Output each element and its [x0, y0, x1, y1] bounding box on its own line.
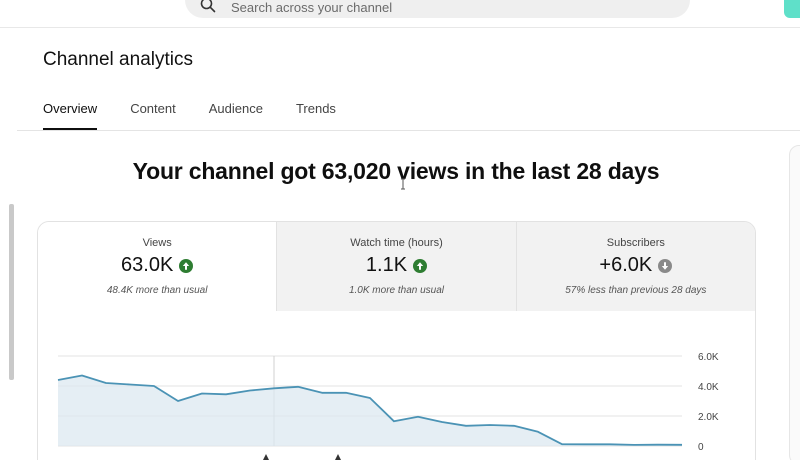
metric-note: 1.0K more than usual [348, 285, 445, 296]
metric-note: 48.4K more than usual [106, 285, 208, 296]
tabs-divider [17, 130, 800, 131]
scrollbar[interactable] [9, 204, 14, 380]
metric-note: 57% less than previous 28 days [565, 285, 707, 296]
tab-audience[interactable]: Audience [209, 101, 263, 130]
tab-overview[interactable]: Overview [43, 101, 98, 130]
views-line-chart[interactable]: 6.0K 4.0K 2.0K 0 [38, 312, 756, 460]
metric-value: 63.0K [121, 254, 174, 276]
tab-trends[interactable]: Trends [296, 101, 336, 130]
metric-value: +6.0K [599, 254, 653, 276]
metric-tabs: Views 63.0K 48.4K more than usual Watch … [38, 222, 755, 311]
metric-tab-views[interactable]: Views 63.0K 48.4K more than usual [38, 222, 277, 311]
tab-content[interactable]: Content [130, 101, 176, 130]
metric-label: Subscribers [606, 237, 665, 249]
search-bar[interactable]: Search across your channel [185, 0, 690, 18]
metric-label: Watch time (hours) [350, 237, 443, 249]
top-bar: Search across your channel [0, 0, 800, 28]
y-tick-label: 2.0K [698, 412, 719, 423]
metric-value: 1.1K [365, 254, 408, 276]
arrow-up-icon [179, 258, 194, 273]
arrow-up-icon [413, 258, 428, 273]
y-tick-label: 4.0K [698, 382, 719, 393]
y-tick-label: 0 [698, 442, 704, 453]
search-input[interactable]: Search across your channel [231, 0, 392, 15]
video-marker-icon [335, 454, 341, 460]
metric-label: Views [142, 237, 172, 249]
video-marker-icon [263, 454, 269, 460]
metrics-card: Views 63.0K 48.4K more than usual Watch … [37, 221, 756, 460]
side-card [789, 145, 800, 460]
tab-bar: Overview Content Audience Trends [43, 101, 369, 130]
search-icon [199, 0, 217, 19]
page-title: Channel analytics [43, 49, 193, 70]
y-tick-label: 6.0K [698, 352, 719, 363]
views-headline: Your channel got 63,020 views in the las… [132, 158, 660, 184]
metric-tab-subscribers[interactable]: Subscribers +6.0K 57% less than previous… [515, 222, 755, 311]
create-button[interactable] [784, 0, 800, 18]
arrow-down-icon [658, 258, 673, 273]
metric-tab-watch-time[interactable]: Watch time (hours) 1.1K 1.0K more than u… [276, 222, 516, 311]
text-cursor-icon [401, 178, 405, 190]
